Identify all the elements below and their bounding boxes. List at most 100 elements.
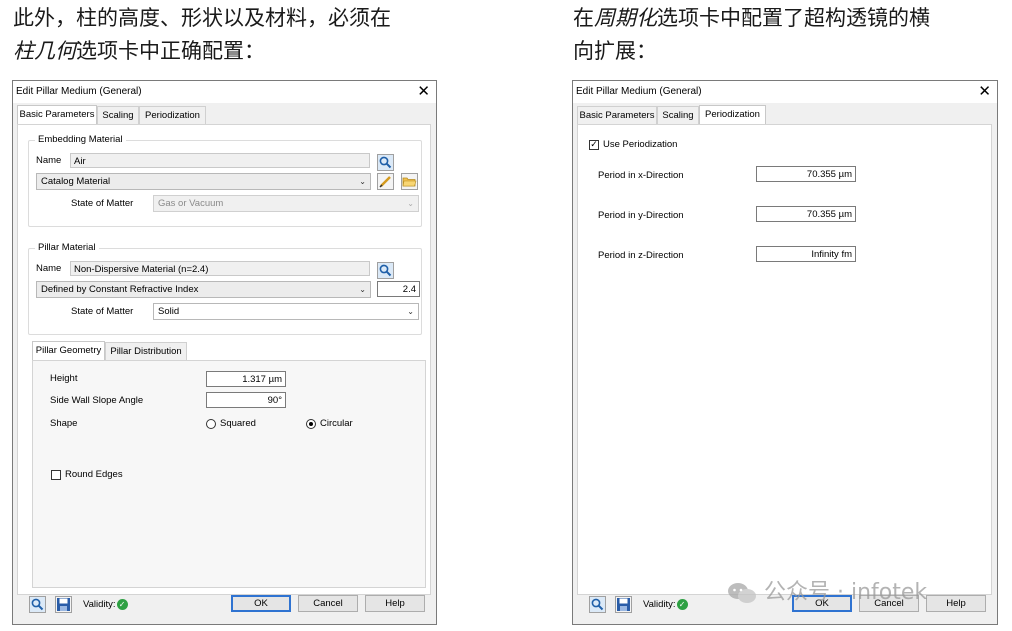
open-catalog-button[interactable] — [401, 173, 418, 190]
embedding-catalog-value: Catalog Material — [41, 176, 111, 187]
chevron-down-icon: ⌄ — [359, 177, 366, 186]
search-icon — [378, 155, 393, 170]
search-pillar-material-button[interactable] — [377, 262, 394, 279]
height-label: Height — [50, 373, 78, 384]
right-caption-emphasis: 周期化 — [594, 6, 657, 30]
pillar-name-label: Name — [36, 263, 62, 274]
embedding-name-field: Air — [70, 153, 370, 168]
tab-basic-parameters[interactable]: Basic Parameters — [17, 105, 97, 125]
shape-label: Shape — [50, 418, 78, 429]
left-caption-line2: 柱几何选项卡中正确配置： — [13, 35, 453, 68]
watermark-text: 公众号 · infotek — [764, 580, 928, 605]
shape-squared-radio[interactable] — [206, 419, 216, 429]
dialog-title: Edit Pillar Medium (General) — [16, 86, 142, 97]
pillar-state-value: Solid — [158, 306, 180, 317]
embedding-state-select: Gas or Vacuum ⌄ — [153, 195, 419, 212]
shape-circular-label: Circular — [320, 418, 353, 429]
title-bar: Edit Pillar Medium (General) ✕ — [573, 81, 997, 103]
right-caption-line2: 向扩展： — [573, 39, 657, 63]
validity-indicator: Validity: ✓ — [643, 599, 688, 610]
use-periodization-label: Use Periodization — [603, 139, 678, 150]
left-caption-emphasis: 柱几何 — [13, 39, 76, 63]
shape-squared-label: Squared — [220, 418, 256, 429]
pillar-name-field: Non-Dispersive Material (n=2.4) — [70, 261, 370, 276]
cancel-button[interactable]: Cancel — [298, 595, 358, 612]
right-caption-line1-rest: 选项卡中配置了超构透镜的横 — [657, 6, 930, 30]
ok-button[interactable]: OK — [231, 595, 291, 612]
slope-angle-input[interactable]: 90° — [206, 392, 286, 408]
edit-pillar-dialog-basic: Edit Pillar Medium (General) ✕ Basic Par… — [12, 80, 437, 625]
period-z-input[interactable]: Infinity fm — [756, 246, 856, 262]
pillar-state-select[interactable]: Solid ⌄ — [153, 303, 419, 320]
folder-icon — [402, 177, 417, 187]
periodization-panel: ✓ Use Periodization Period in x-Directio… — [577, 124, 992, 595]
tab-pillar-distribution[interactable]: Pillar Distribution — [105, 342, 187, 360]
check-icon: ✓ — [676, 599, 688, 610]
embedding-material-group: Embedding Material Name Air Catalog Mate… — [28, 134, 422, 227]
save-icon — [617, 598, 630, 611]
dialog-title: Edit Pillar Medium (General) — [576, 86, 702, 97]
embedding-material-title: Embedding Material — [35, 134, 126, 145]
validity-label: Validity: — [643, 599, 676, 611]
tab-periodization[interactable]: Periodization — [699, 105, 766, 125]
zoom-button[interactable] — [589, 596, 606, 613]
check-icon: ✓ — [116, 599, 128, 610]
zoom-button[interactable] — [29, 596, 46, 613]
tab-periodization[interactable]: Periodization — [139, 106, 206, 124]
pillar-state-label: State of Matter — [71, 306, 134, 317]
chevron-down-icon: ⌄ — [407, 307, 414, 316]
chevron-down-icon: ⌄ — [359, 285, 366, 294]
round-edges-checkbox[interactable] — [51, 470, 61, 480]
pillar-geometry-panel: Height 1.317 µm Side Wall Slope Angle 90… — [32, 360, 426, 588]
right-caption-pre: 在 — [573, 6, 594, 30]
help-button[interactable]: Help — [926, 595, 986, 612]
validity-indicator: Validity: ✓ — [83, 599, 128, 610]
pillar-method-value: Defined by Constant Refractive Index — [41, 284, 199, 295]
save-button[interactable] — [615, 596, 632, 613]
refractive-index-input[interactable]: 2.4 — [377, 281, 420, 297]
use-periodization-checkbox[interactable]: ✓ — [589, 140, 599, 150]
period-y-label: Period in y-Direction — [598, 210, 684, 221]
left-caption-line2-rest: 选项卡中正确配置： — [76, 39, 265, 63]
edit-pillar-dialog-periodization: Edit Pillar Medium (General) ✕ Basic Par… — [572, 80, 998, 625]
close-icon[interactable]: ✕ — [417, 82, 430, 100]
magnifier-icon — [30, 597, 45, 612]
embedding-state-label: State of Matter — [71, 198, 134, 209]
slope-angle-label: Side Wall Slope Angle — [50, 395, 144, 406]
height-input[interactable]: 1.317 µm — [206, 371, 286, 387]
save-button[interactable] — [55, 596, 72, 613]
close-icon[interactable]: ✕ — [978, 82, 991, 100]
embedding-state-value: Gas or Vacuum — [158, 198, 224, 209]
chevron-down-icon: ⌄ — [407, 199, 414, 208]
validity-label: Validity: — [83, 599, 116, 611]
magnifier-icon — [590, 597, 605, 612]
tab-basic-parameters[interactable]: Basic Parameters — [577, 106, 657, 124]
search-icon — [378, 263, 393, 278]
round-edges-label: Round Edges — [65, 469, 123, 480]
period-y-input[interactable]: 70.355 µm — [756, 206, 856, 222]
pencil-icon — [379, 176, 391, 188]
shape-circular-radio[interactable] — [306, 419, 316, 429]
embedding-catalog-select[interactable]: Catalog Material ⌄ — [36, 173, 371, 190]
tab-scaling[interactable]: Scaling — [657, 106, 699, 124]
search-material-button[interactable] — [377, 154, 394, 171]
pillar-method-select[interactable]: Defined by Constant Refractive Index ⌄ — [36, 281, 371, 298]
pillar-material-title: Pillar Material — [35, 242, 99, 253]
title-bar: Edit Pillar Medium (General) ✕ — [13, 81, 436, 103]
edit-material-button[interactable] — [377, 173, 394, 190]
pillar-material-group: Pillar Material Name Non-Dispersive Mate… — [28, 242, 422, 335]
right-caption-line1: 在周期化选项卡中配置了超构透镜的横 — [573, 2, 1003, 35]
save-icon — [57, 598, 70, 611]
period-x-label: Period in x-Direction — [598, 170, 684, 181]
embedding-name-label: Name — [36, 155, 62, 166]
left-caption: 此外，柱的高度、形状以及材料，必须在 柱几何选项卡中正确配置： — [13, 2, 453, 68]
tab-scaling[interactable]: Scaling — [97, 106, 139, 124]
period-x-input[interactable]: 70.355 µm — [756, 166, 856, 182]
tab-pillar-geometry[interactable]: Pillar Geometry — [32, 341, 105, 361]
watermark: 公众号 · infotek — [726, 574, 927, 606]
period-z-label: Period in z-Direction — [598, 250, 684, 261]
right-caption: 在周期化选项卡中配置了超构透镜的横 向扩展： — [573, 2, 1003, 68]
basic-parameters-panel: Embedding Material Name Air Catalog Mate… — [17, 124, 431, 595]
wechat-logo-icon — [728, 583, 756, 603]
help-button[interactable]: Help — [365, 595, 425, 612]
